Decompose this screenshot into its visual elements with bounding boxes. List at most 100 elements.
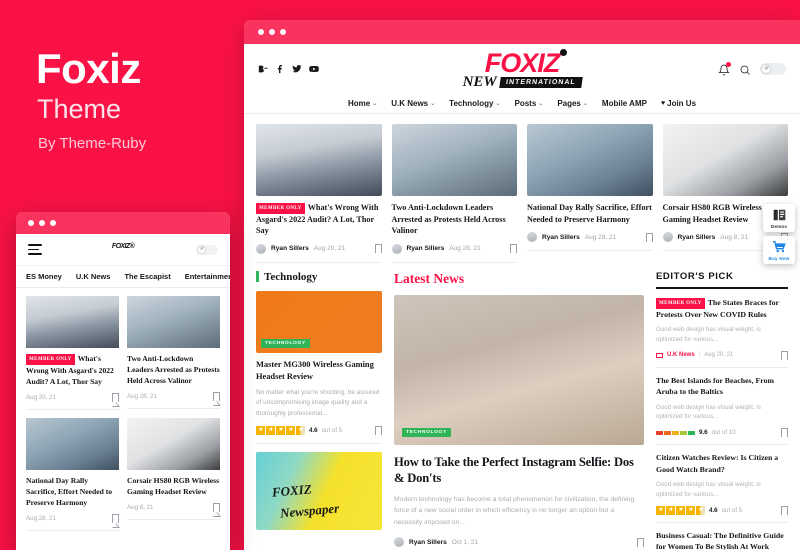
window-minimize-dot[interactable]	[39, 220, 45, 226]
bookmark-icon[interactable]	[112, 513, 120, 528]
star-icon: ★	[656, 505, 665, 515]
window-maximize-dot[interactable]	[50, 220, 56, 226]
mobile-nav-item-entertainment[interactable]: Entertainment	[185, 272, 230, 281]
score-segment	[656, 430, 663, 435]
article-date: Aug 20, 21	[313, 245, 346, 253]
social-links	[258, 64, 319, 74]
nav-item-uk-news[interactable]: U.K News ⌄	[391, 99, 435, 108]
article-card[interactable]: Two Anti-Lockdown Leaders Arrested as Pr…	[391, 124, 518, 263]
divider	[391, 261, 517, 263]
registered-mark: ®	[129, 243, 135, 250]
star-icon: ★	[256, 425, 265, 435]
demos-button[interactable]: Demos	[763, 204, 795, 232]
search-icon[interactable]	[739, 63, 751, 75]
star-icon-half: ★	[296, 425, 305, 435]
nav-item-technology[interactable]: Technology ⌄	[449, 99, 500, 108]
youtube-icon[interactable]	[309, 64, 319, 74]
chevron-down-icon: ⌄	[372, 101, 378, 107]
bookmark-icon[interactable]	[213, 502, 221, 517]
site-logo[interactable]: FOXIZ NEW INTERNATIONAL	[244, 49, 800, 90]
editors-pick-item[interactable]: Business Casual: The Definitive Guide fo…	[656, 530, 788, 550]
window-maximize-dot[interactable]	[280, 29, 286, 35]
window-close-dot[interactable]	[258, 29, 264, 35]
star-icon: ★	[286, 425, 295, 435]
behance-icon[interactable]	[258, 64, 268, 74]
nav-label: Home	[347, 99, 371, 108]
star-icon: ★	[266, 425, 275, 435]
facebook-icon[interactable]	[275, 64, 285, 74]
hamburger-menu-icon[interactable]	[28, 244, 42, 255]
browser-titlebar	[244, 20, 800, 44]
newspaper-promo-thumbnail[interactable]: FOXIZ Newspaper	[256, 451, 382, 530]
nav-label: Posts	[514, 99, 537, 108]
nav-item-posts[interactable]: Posts ⌄	[514, 99, 543, 108]
technology-article-title[interactable]: Master MG300 Wireless Gaming Headset Rev…	[256, 359, 382, 383]
article-meta: Ryan Sillers Aug 20, 21	[256, 243, 383, 259]
mobile-article-title: Corsair HS80 RGB Wireless Gaming Headset…	[127, 475, 220, 496]
rating-value: 4.6	[709, 506, 718, 514]
mobile-article-thumbnail	[127, 417, 220, 470]
nav-item-mobile-amp[interactable]: Mobile AMP	[602, 99, 647, 108]
editors-pick-item[interactable]: The Best Islands for Beaches, From Aruba…	[656, 375, 789, 446]
nav-item-home[interactable]: Home ⌄	[348, 99, 377, 108]
mobile-article-meta: Aug 20, 21	[26, 392, 120, 407]
featured-article-title[interactable]: How to Take the Perfect Instagram Selfie…	[394, 454, 644, 487]
mobile-nav-item-the-escapist[interactable]: The Escapist	[124, 272, 170, 281]
editors-pick-category[interactable]: U.K News	[667, 352, 695, 358]
mobile-nav-item-es-money[interactable]: ES Money	[26, 272, 62, 281]
score-segment	[680, 430, 687, 435]
bookmark-icon[interactable]	[637, 537, 645, 550]
nav-item-join-us[interactable]: ♥ Join Us	[661, 99, 696, 108]
bookmark-icon[interactable]	[781, 505, 789, 520]
mobile-article-card[interactable]: Two Anti-Lockdown Leaders Arrested as Pr…	[127, 296, 221, 410]
mobile-article-card[interactable]: National Day Rally Sacrifice, Effort Nee…	[26, 417, 120, 531]
twitter-icon[interactable]	[292, 64, 302, 74]
section-accent-bar	[256, 271, 259, 283]
technology-article-excerpt: No matter what you're shooting, be assur…	[256, 388, 380, 417]
latest-news-title: Latest News	[394, 270, 465, 286]
divider	[256, 442, 382, 444]
technology-article-thumbnail[interactable]: TECHNOLOGY	[256, 290, 382, 353]
editors-pick-item[interactable]: Citizen Watches Review: Is Citizen a Goo…	[656, 452, 789, 523]
bookmark-icon[interactable]	[645, 232, 654, 247]
score-segment	[672, 430, 679, 435]
nav-label: Join Us	[667, 99, 697, 108]
editors-pick-title: Business Casual: The Definitive Guide fo…	[656, 530, 784, 550]
window-minimize-dot[interactable]	[269, 29, 275, 35]
editors-pick-meta: 9.6 out of 10	[656, 428, 789, 443]
avatar	[394, 537, 404, 548]
mobile-article-thumbnail	[26, 417, 119, 470]
category-chip[interactable]: TECHNOLOGY	[261, 338, 310, 348]
article-card[interactable]: National Day Rally Sacrifice, Effort Nee…	[527, 124, 654, 263]
divider	[127, 408, 220, 409]
mobile-article-card[interactable]: Corsair HS80 RGB Wireless Gaming Headset…	[127, 417, 221, 531]
mobile-nav-item-uk-news[interactable]: U.K News	[76, 272, 111, 281]
bookmark-icon[interactable]	[781, 428, 789, 443]
editors-pick-meta: U.K News | Aug 20, 21	[656, 350, 789, 365]
technology-section-header: Technology	[256, 271, 382, 283]
buy-now-button[interactable]: Buy Now	[763, 236, 795, 264]
shopping-cart-icon	[772, 241, 786, 253]
bell-icon[interactable]	[718, 62, 731, 76]
star-icon: ★	[676, 505, 685, 515]
chevron-down-icon: ⌄	[495, 101, 501, 107]
bookmark-icon[interactable]	[374, 244, 383, 259]
dark-mode-toggle[interactable]	[760, 63, 786, 75]
bookmark-icon[interactable]	[510, 244, 518, 259]
bookmark-icon[interactable]	[112, 392, 120, 407]
window-close-dot[interactable]	[28, 220, 34, 226]
mobile-dark-mode-toggle[interactable]	[196, 244, 218, 255]
mobile-category-nav: ES Money U.K News The Escapist Entertain…	[16, 266, 230, 288]
editors-pick-item[interactable]: MEMBER ONLY The States Braces for Protest…	[656, 297, 789, 368]
bookmark-icon[interactable]	[375, 425, 383, 440]
bookmark-icon[interactable]	[213, 392, 221, 406]
bookmark-icon[interactable]	[781, 350, 789, 365]
featured-article-image[interactable]: TECHNOLOGY	[394, 294, 644, 445]
mobile-article-card[interactable]: MEMBER ONLY What's Wrong With Asgard's 20…	[26, 296, 120, 410]
category-chip[interactable]: TECHNOLOGY	[402, 427, 451, 437]
editors-pick-heading: EDITOR'S PICK FEATURED	[656, 269, 788, 284]
nav-item-pages[interactable]: Pages ⌄	[557, 99, 588, 108]
article-card[interactable]: MEMBER ONLY What's Wrong With Asgard's 20…	[256, 124, 383, 263]
logo-international-text: INTERNATIONAL	[498, 77, 583, 88]
divider	[127, 518, 220, 520]
